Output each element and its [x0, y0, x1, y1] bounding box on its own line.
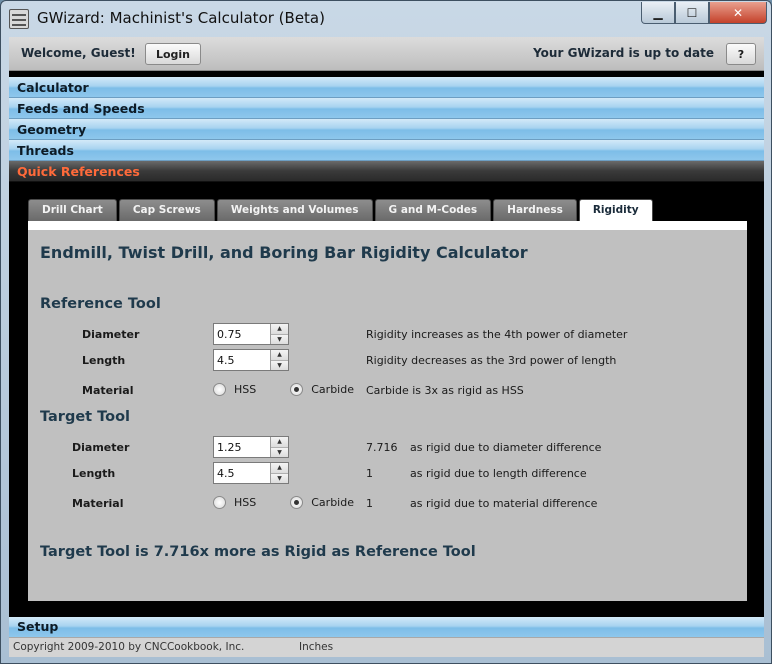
target-length-factor: 1 [366, 467, 373, 480]
target-length-note: as rigid due to length difference [410, 467, 587, 480]
close-button[interactable]: ✕ [709, 2, 767, 24]
spin-up-icon[interactable]: ▲ [271, 463, 288, 474]
target-length-label: Length [72, 467, 116, 480]
target-hss-label[interactable]: HSS [234, 496, 256, 509]
ref-diameter-note: Rigidity increases as the 4th power of d… [366, 328, 628, 341]
copyright-text: Copyright 2009-2010 by CNCCookbook, Inc. [13, 641, 245, 653]
target-material-label: Material [72, 497, 124, 510]
maximize-button[interactable]: ☐ [675, 2, 709, 24]
ref-carbide-radio[interactable] [290, 383, 304, 396]
reference-tool-heading: Reference Tool [40, 296, 161, 312]
status-footer: Copyright 2009-2010 by CNCCookbook, Inc.… [9, 637, 764, 657]
window-controls: ▁ ☐ ✕ [641, 2, 767, 24]
spin-up-icon[interactable]: ▲ [271, 350, 288, 361]
reference-tabs: Drill Chart Cap Screws Weights and Volum… [28, 199, 655, 222]
tab-g-and-m-codes[interactable]: G and M-Codes [374, 199, 492, 221]
section-calculator[interactable]: Calculator [9, 77, 764, 98]
panel-title: Endmill, Twist Drill, and Boring Bar Rig… [40, 243, 528, 262]
target-length-stepper[interactable]: ▲ ▼ [213, 462, 289, 484]
ref-hss-label[interactable]: HSS [234, 383, 256, 396]
ref-carbide-label[interactable]: Carbide [311, 383, 354, 396]
app-window: GWizard: Machinist's Calculator (Beta) ▁… [0, 0, 772, 664]
ref-material-radios: HSS Carbide [213, 383, 388, 396]
ref-material-label: Material [82, 384, 134, 397]
spin-up-icon[interactable]: ▲ [271, 437, 288, 448]
ref-material-note: Carbide is 3x as rigid as HSS [366, 384, 524, 397]
section-quick-references[interactable]: Quick References [9, 161, 764, 182]
target-diameter-input[interactable] [214, 437, 270, 457]
target-diameter-stepper[interactable]: ▲ ▼ [213, 436, 289, 458]
ref-diameter-label: Diameter [82, 328, 140, 341]
client-area: Welcome, Guest! Login Your GWizard is up… [9, 37, 764, 657]
tab-cap-screws[interactable]: Cap Screws [118, 199, 215, 221]
target-material-note: as rigid due to material difference [410, 497, 598, 510]
window-title: GWizard: Machinist's Calculator (Beta) [37, 9, 325, 27]
units-text: Inches [299, 641, 334, 653]
tab-weights-and-volumes[interactable]: Weights and Volumes [216, 199, 373, 221]
target-diameter-spinner[interactable]: ▲ ▼ [270, 437, 288, 457]
rigidity-result: Target Tool is 7.716x more as Rigid as R… [40, 544, 476, 560]
section-geometry[interactable]: Geometry [9, 119, 764, 140]
ref-diameter-spinner[interactable]: ▲ ▼ [270, 324, 288, 344]
ref-length-spinner[interactable]: ▲ ▼ [270, 350, 288, 370]
title-bar[interactable]: GWizard: Machinist's Calculator (Beta) ▁… [1, 1, 771, 37]
target-length-spinner[interactable]: ▲ ▼ [270, 463, 288, 483]
section-feeds-and-speeds[interactable]: Feeds and Speeds [9, 98, 764, 119]
target-carbide-radio[interactable] [290, 496, 304, 509]
section-threads[interactable]: Threads [9, 140, 764, 161]
ref-length-label: Length [82, 354, 126, 367]
ref-diameter-stepper[interactable]: ▲ ▼ [213, 323, 289, 345]
ref-length-input[interactable] [214, 350, 270, 370]
section-setup[interactable]: Setup [9, 617, 764, 637]
spin-down-icon[interactable]: ▼ [271, 447, 288, 457]
ref-hss-radio[interactable] [213, 383, 226, 396]
tab-rigidity[interactable]: Rigidity [578, 199, 653, 222]
target-hss-radio[interactable] [213, 496, 226, 509]
spin-down-icon[interactable]: ▼ [271, 473, 288, 483]
login-button[interactable]: Login [145, 43, 201, 65]
rigidity-panel: Endmill, Twist Drill, and Boring Bar Rig… [28, 221, 747, 601]
ref-length-stepper[interactable]: ▲ ▼ [213, 349, 289, 371]
header-bar: Welcome, Guest! Login Your GWizard is up… [9, 37, 764, 71]
target-diameter-factor: 7.716 [366, 441, 398, 454]
target-length-input[interactable] [214, 463, 270, 483]
target-material-factor: 1 [366, 497, 373, 510]
ref-diameter-input[interactable] [214, 324, 270, 344]
calculator-app-icon [9, 9, 29, 29]
update-status: Your GWizard is up to date [533, 46, 714, 60]
spin-up-icon[interactable]: ▲ [271, 324, 288, 335]
tab-hardness[interactable]: Hardness [493, 199, 577, 221]
spin-down-icon[interactable]: ▼ [271, 360, 288, 370]
quick-references-content: Drill Chart Cap Screws Weights and Volum… [9, 183, 764, 617]
target-diameter-label: Diameter [72, 441, 130, 454]
tab-drill-chart[interactable]: Drill Chart [28, 199, 117, 221]
target-tool-heading: Target Tool [40, 409, 131, 425]
spin-down-icon[interactable]: ▼ [271, 334, 288, 344]
target-material-radios: HSS Carbide [213, 496, 388, 509]
target-diameter-note: as rigid due to diameter difference [410, 441, 602, 454]
help-button[interactable]: ? [726, 43, 756, 65]
target-carbide-label[interactable]: Carbide [311, 496, 354, 509]
welcome-text: Welcome, Guest! [21, 46, 136, 60]
ref-length-note: Rigidity decreases as the 3rd power of l… [366, 354, 617, 367]
minimize-button[interactable]: ▁ [641, 2, 675, 24]
